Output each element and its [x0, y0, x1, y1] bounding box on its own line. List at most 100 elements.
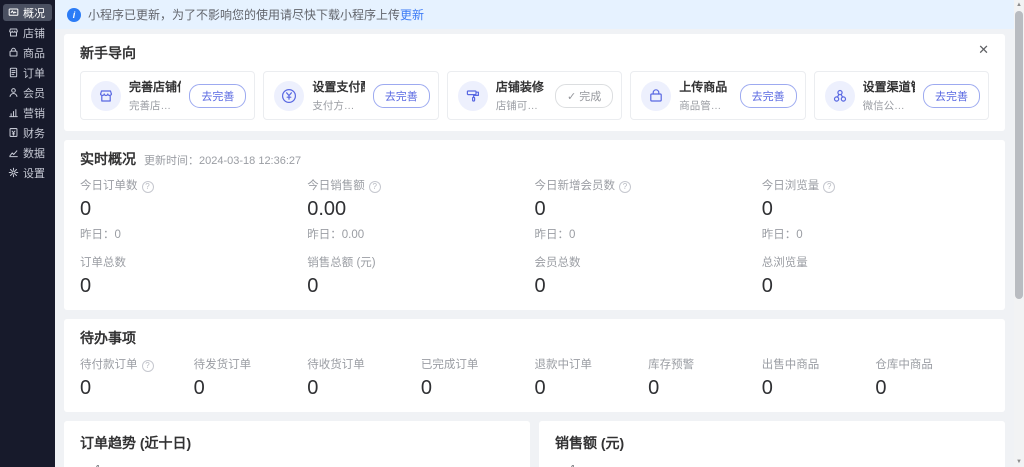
stat-label-text: 待发货订单 [194, 359, 252, 372]
help-icon[interactable]: ? [823, 181, 835, 193]
guide-card-subtitle: 支付方式配置(支付宝/微信) [312, 98, 364, 113]
sidebar-item-member[interactable]: 会员 [3, 84, 52, 101]
scrollbar-thumb[interactable] [1015, 11, 1023, 299]
sidebar-item-label: 设置 [23, 165, 45, 181]
stat-pending-shipment: 待发货订单0 [194, 359, 308, 399]
app-root: 概况店铺商品订单会员营销财务数据设置 i 小程序已更新，为了不影响您的使用请尽快… [0, 0, 1024, 467]
guide-card-subtitle: 商品管理中添加商品上传 [679, 98, 731, 113]
stat-value: 0 [307, 275, 534, 297]
stat-value: 0 [535, 198, 762, 220]
stat-label-text: 总浏览量 [762, 257, 808, 270]
stat-label-text: 仓库中商品 [875, 359, 933, 372]
chart-title: 订单趋势 (近十日) [80, 433, 514, 453]
stat-value: 0 [535, 377, 649, 399]
today-stats-grid: 今日订单数?0昨日：0今日销售额?0.00昨日：0.00今日新增会员数?0昨日：… [80, 180, 989, 242]
marketing-icon [8, 107, 19, 118]
stat-label-text: 出售中商品 [762, 359, 820, 372]
stat-value: 0 [535, 275, 762, 297]
sidebar-item-finance[interactable]: 财务 [3, 124, 52, 141]
notice-text: 小程序已更新，为了不影响您的使用请尽快下载小程序上传更新 [88, 6, 424, 23]
sidebar-item-label: 商品 [23, 45, 45, 61]
stat-completed-orders: 已完成订单0 [421, 359, 535, 399]
todo-grid: 待付款订单?0待发货订单0待收货订单0已完成订单0退款中订单0库存预警0出售中商… [80, 359, 989, 399]
chart-title: 销售额 (元) [555, 433, 989, 453]
channels-icon [825, 81, 855, 111]
scrollbar-up-icon[interactable]: ▲ [1014, 2, 1024, 8]
sidebar-item-data[interactable]: 数据 [3, 144, 52, 161]
scrollbar[interactable]: ▲ ▼ [1014, 0, 1024, 467]
stat-total-sales: 销售总额 (元)0 [307, 257, 534, 297]
sidebar-item-order[interactable]: 订单 [3, 64, 52, 81]
guide-card-store-info: 完善店铺信息完善店铺基础信息等去完善 [80, 71, 255, 120]
close-icon[interactable]: ✕ [978, 43, 989, 56]
stat-label: 出售中商品 [762, 359, 876, 372]
guide-cards-row: 完善店铺信息完善店铺基础信息等去完善设置支付配置支付方式配置(支付宝/微信)去完… [80, 71, 989, 120]
stat-label: 库存预警 [648, 359, 762, 372]
stat-today-views: 今日浏览量?0昨日：0 [762, 180, 989, 242]
help-icon[interactable]: ? [619, 181, 631, 193]
sidebar-item-label: 概况 [23, 5, 45, 21]
guide-card-title: 设置渠道管理 [863, 78, 915, 95]
sidebar-item-settings[interactable]: 设置 [3, 164, 52, 181]
y-tick-label: 1 [570, 463, 576, 467]
sidebar-item-marketing[interactable]: 营销 [3, 104, 52, 121]
stat-label-text: 退款中订单 [535, 359, 593, 372]
guide-card-upload-goods: 上传商品商品管理中添加商品上传去完善 [630, 71, 805, 120]
dashboard-icon [8, 7, 19, 18]
shop-icon [8, 27, 19, 38]
sidebar-item-label: 财务 [23, 125, 45, 141]
stat-refunding-orders: 退款中订单 0 [535, 359, 649, 399]
guide-action-button[interactable]: 去完善 [923, 84, 980, 108]
guide-action-button[interactable]: 去完善 [189, 84, 246, 108]
stat-label: 待付款订单? [80, 359, 194, 372]
stat-label-text: 今日订单数 [80, 180, 138, 193]
help-icon[interactable]: ? [369, 181, 381, 193]
guide-card-subtitle: 微信公众号/微信小程序 [863, 98, 915, 113]
sidebar-item-shop[interactable]: 店铺 [3, 24, 52, 41]
guide-card-subtitle: 完善店铺基础信息等 [129, 98, 181, 113]
y-tick-label: 1 [95, 463, 101, 467]
help-icon[interactable]: ? [142, 181, 154, 193]
stat-value: 0 [875, 377, 989, 399]
totals-stats-grid: 订单总数0销售总额 (元)0会员总数0总浏览量0 [80, 257, 989, 297]
stat-label: 今日浏览量? [762, 180, 989, 193]
stat-sub: 昨日：0 [762, 226, 989, 242]
goods-icon [8, 47, 19, 58]
sidebar-item-dashboard[interactable]: 概况 [3, 4, 52, 21]
pay-icon [274, 81, 304, 111]
stat-label: 仓库中商品 [875, 359, 989, 372]
guide-card-subtitle: 店铺可实现自定义模板装修 [496, 98, 547, 113]
guide-action-button[interactable]: 去完善 [740, 84, 797, 108]
realtime-panel-title: 实时概况 [80, 149, 136, 169]
member-icon [8, 87, 19, 98]
stat-value: 0 [648, 377, 762, 399]
guide-card-text: 完善店铺信息完善店铺基础信息等 [129, 78, 181, 113]
stat-value: 0 [307, 377, 421, 399]
guide-card-payment: 设置支付配置支付方式配置(支付宝/微信) 去完善 [263, 71, 438, 120]
sidebar-item-goods[interactable]: 商品 [3, 44, 52, 61]
guide-card-title: 店铺装修 [496, 78, 547, 95]
sidebar-item-label: 营销 [23, 105, 45, 121]
scrollbar-down-icon[interactable]: ▼ [1014, 459, 1024, 465]
stat-stock-warning: 库存预警 0 [648, 359, 762, 399]
stat-total-members: 会员总数0 [535, 257, 762, 297]
sidebar: 概况店铺商品订单会员营销财务数据设置 [0, 0, 55, 467]
notice-update-link[interactable]: 更新 [400, 8, 424, 22]
help-icon[interactable]: ? [142, 360, 154, 372]
stat-value: 0 [762, 275, 989, 297]
stat-sub: 昨日：0 [535, 226, 762, 242]
stat-label: 待收货订单 [307, 359, 421, 372]
stat-label: 待发货订单 [194, 359, 308, 372]
order-trend-chart-panel: 订单趋势 (近十日)10.80.60.4 [64, 421, 530, 467]
stat-pending-receipt: 待收货订单 0 [307, 359, 421, 399]
stat-label: 今日销售额? [307, 180, 534, 193]
main-area: i 小程序已更新，为了不影响您的使用请尽快下载小程序上传更新 新手导向 ✕ 完善… [55, 0, 1014, 467]
storefront-icon [91, 81, 121, 111]
stat-label: 订单总数 [80, 257, 307, 270]
sidebar-item-label: 店铺 [23, 25, 45, 41]
stat-warehouse-goods: 仓库中商品 0 [875, 359, 989, 399]
guide-action-button[interactable]: 去完善 [373, 84, 430, 108]
content-area: 新手导向 ✕ 完善店铺信息完善店铺基础信息等去完善设置支付配置支付方式配置(支付… [55, 29, 1014, 467]
stat-total-views: 总浏览量 0 [762, 257, 989, 297]
guide-card-text: 设置支付配置支付方式配置(支付宝/微信) [312, 78, 364, 113]
